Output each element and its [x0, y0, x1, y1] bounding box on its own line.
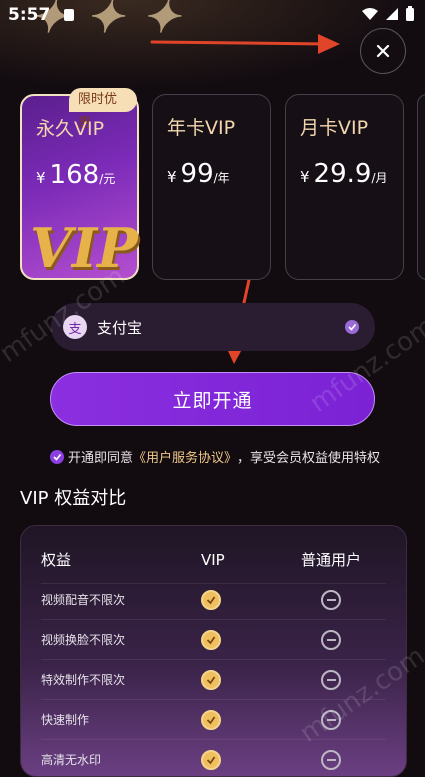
alipay-icon: 支: [63, 315, 87, 339]
plan-card-monthly[interactable]: 月卡VIP ¥29.9/月: [285, 94, 404, 280]
payment-label: 支付宝: [97, 318, 143, 337]
agreement-row: 开通即同意 《用户服务协议》 ，享受会员权益使用特权: [50, 447, 380, 466]
row-label: 特效制作不限次: [41, 673, 126, 687]
table-row: 视频配音不限次: [21, 580, 406, 620]
terms-link[interactable]: 《用户服务协议》: [133, 447, 237, 466]
vip-logo-art: VIP: [30, 216, 138, 280]
plan-card-yearly[interactable]: 年卡VIP ¥99/年: [152, 94, 271, 280]
table-row: 高清无水印: [21, 740, 406, 776]
subscribe-button[interactable]: 立即开通: [50, 372, 375, 426]
minus-icon: [321, 670, 341, 690]
plan-card-peek[interactable]: [417, 94, 425, 280]
agreement-suffix: ，享受会员权益使用特权: [237, 451, 381, 466]
close-icon: [376, 44, 390, 58]
plan-name: 年卡VIP: [167, 117, 236, 139]
table-row: 特效制作不限次: [21, 660, 406, 700]
price-currency: ¥: [167, 168, 177, 186]
header-benefit: 权益: [41, 551, 72, 569]
battery-icon: [406, 6, 414, 21]
check-icon: [201, 750, 221, 770]
price-amount: 99: [180, 159, 214, 189]
plan-price: ¥99/年: [167, 159, 230, 189]
close-button[interactable]: [360, 28, 406, 74]
status-time: 5:57: [8, 5, 51, 25]
table-header: 权益 VIP 普通用户: [21, 536, 406, 584]
status-notification-icons: [62, 8, 76, 22]
plan-price: ¥168/元: [36, 160, 115, 190]
payment-method-alipay[interactable]: 支 支付宝: [51, 303, 375, 351]
signal-icon: [386, 8, 398, 20]
plan-price: ¥29.9/月: [300, 159, 387, 189]
price-currency: ¥: [36, 169, 46, 187]
price-unit: /元: [99, 172, 116, 186]
minus-icon: [321, 710, 341, 730]
check-icon: [345, 320, 359, 334]
price-unit: /月: [371, 171, 388, 185]
header-vip: VIP: [201, 551, 225, 569]
minus-icon: [321, 630, 341, 650]
wifi-icon: [362, 8, 378, 20]
status-bar: 5:57: [0, 0, 425, 30]
plan-carousel: 限时优惠 永久VIP ¥168/元 VIP 年卡VIP ¥99/年 月卡VIP …: [0, 88, 425, 286]
promo-badge: 限时优惠: [69, 88, 137, 131]
price-amount: 168: [49, 160, 100, 190]
table-row: 快速制作: [21, 700, 406, 740]
check-icon: [53, 453, 62, 461]
plan-card-lifetime[interactable]: 限时优惠 永久VIP ¥168/元 VIP: [20, 88, 139, 280]
price-currency: ¥: [300, 168, 310, 186]
check-icon: [201, 670, 221, 690]
row-label: 视频换脸不限次: [41, 633, 126, 647]
check-icon: [201, 710, 221, 730]
row-label: 快速制作: [41, 713, 90, 727]
agreement-checkbox[interactable]: [50, 449, 64, 464]
row-label: 高清无水印: [41, 753, 102, 767]
comparison-table: 权益 VIP 普通用户 视频配音不限次 视频换脸不限次 特效制作不限次 快速制作…: [20, 525, 407, 777]
row-label: 视频配音不限次: [41, 593, 126, 607]
price-amount: 29.9: [313, 159, 372, 189]
notification-icon: [64, 9, 74, 21]
table-row: 视频换脸不限次: [21, 620, 406, 660]
comparison-title: VIP 权益对比: [20, 488, 127, 509]
minus-icon: [321, 590, 341, 610]
check-icon: [201, 590, 221, 610]
header-normal: 普通用户: [301, 551, 362, 569]
price-unit: /年: [213, 171, 230, 185]
agreement-prefix: 开通即同意: [68, 451, 134, 466]
plan-name: 永久VIP: [36, 118, 105, 140]
check-icon: [201, 630, 221, 650]
plan-name: 月卡VIP: [300, 117, 369, 139]
status-right-icons: [361, 6, 415, 22]
minus-icon: [321, 750, 341, 770]
